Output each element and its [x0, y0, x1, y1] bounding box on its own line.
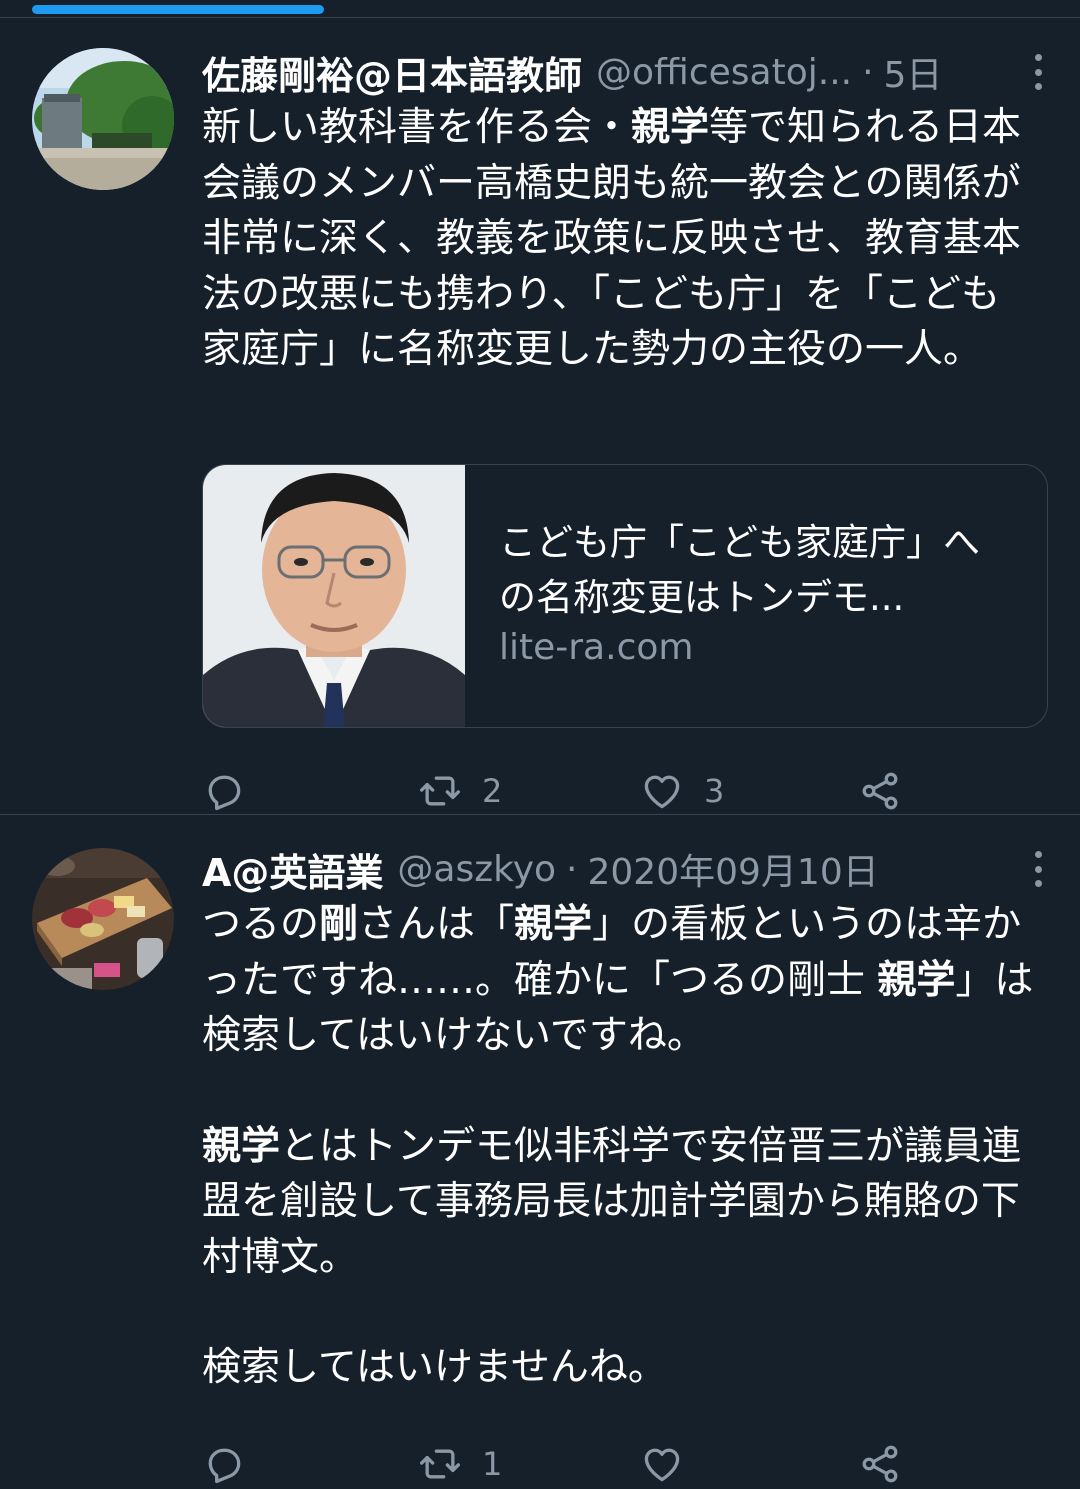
retweet-button[interactable]: 2	[418, 766, 502, 816]
share-button[interactable]	[858, 766, 922, 816]
loading-progress	[0, 0, 1080, 18]
like-count: 3	[704, 772, 725, 810]
tweet-paragraph: 検索してはいけませんね。	[202, 1340, 1038, 1396]
tweet-actions: 1	[202, 1439, 922, 1489]
avatar[interactable]	[32, 848, 174, 990]
tweet-paragraph: つるの剛さんは「親学」の看板というのは辛かったですね……。確かに「つるの剛士 親…	[202, 897, 1038, 1064]
text-segment: 新しい教科書を作る会・	[202, 105, 632, 150]
more-options-icon[interactable]	[1032, 54, 1044, 90]
like-button[interactable]	[640, 1439, 704, 1489]
share-icon	[862, 772, 898, 810]
tweet[interactable]: A@英語業 @aszkyo · 2020年09月10日 つるの剛さんは「親学」の…	[0, 815, 1080, 1484]
share-button[interactable]	[858, 1439, 922, 1489]
link-card-domain[interactable]: lite-ra.com	[499, 627, 1007, 668]
text-segment: さんは「	[358, 902, 515, 947]
display-name[interactable]: 佐藤剛裕@日本語教師	[202, 45, 582, 100]
reply-button[interactable]	[202, 1439, 266, 1489]
like-button[interactable]: 3	[640, 766, 724, 816]
heart-icon	[644, 775, 680, 809]
link-card-title[interactable]: こども庁「こども家庭庁」への名称変更はトンデモ...	[499, 515, 1007, 625]
separator: ·	[566, 848, 578, 890]
more-options-icon[interactable]	[1032, 851, 1044, 887]
heart-icon	[644, 1448, 680, 1482]
timestamp[interactable]: 2020年09月10日	[587, 843, 878, 895]
reply-icon	[208, 1448, 241, 1484]
share-icon	[862, 1445, 898, 1483]
tweet-paragraph: 親学とはトンデモ似非科学で安倍晋三が議員連盟を創設して事務局長は加計学園から賄賂…	[202, 1119, 1038, 1286]
avatar[interactable]	[32, 48, 174, 190]
text-segment-bold: 剛	[319, 902, 359, 947]
link-card[interactable]: こども庁「こども家庭庁」への名称変更はトンデモ... lite-ra.com	[202, 464, 1048, 728]
retweet-icon	[420, 776, 460, 806]
display-name[interactable]: A@英語業	[202, 842, 383, 897]
retweet-count: 1	[482, 1445, 503, 1483]
user-handle[interactable]: @aszkyo	[397, 849, 556, 890]
tweet[interactable]: 佐藤剛裕@日本語教師 @officesatoj... · 5日 新しい教科書を作…	[0, 18, 1080, 815]
tweet-text: つるの剛さんは「親学」の看板というのは辛かったですね……。確かに「つるの剛士 親…	[202, 897, 1038, 1396]
text-segment: 検索してはいけませんね。	[202, 1345, 667, 1390]
retweet-icon	[420, 1449, 460, 1479]
separator: ·	[862, 51, 874, 93]
text-segment: とはトンデモ似非科学で安倍晋三が議員連盟を創設して事務局長は加計学園から賄賂の下…	[202, 1123, 1022, 1280]
reply-button[interactable]	[202, 766, 266, 816]
text-segment-bold: 親学	[631, 105, 710, 150]
user-handle[interactable]: @officesatoj...	[596, 52, 852, 93]
retweet-button[interactable]: 1	[418, 1439, 502, 1489]
text-segment-bold: 親学	[514, 902, 593, 947]
timestamp[interactable]: 5日	[884, 46, 943, 98]
text-segment-bold: 親学	[202, 1123, 281, 1169]
retweet-count: 2	[482, 772, 503, 810]
text-segment: つるの	[202, 902, 320, 947]
reply-icon	[208, 775, 241, 811]
loading-progress-fill	[32, 5, 324, 14]
tweet-text: 新しい教科書を作る会・親学等で知られる日本会議のメンバー高橋史朗も統一教会との関…	[202, 100, 1038, 378]
tweet-actions: 2 3	[202, 766, 922, 816]
link-card-image[interactable]	[203, 465, 465, 727]
text-segment-bold: 親学	[877, 957, 956, 1003]
